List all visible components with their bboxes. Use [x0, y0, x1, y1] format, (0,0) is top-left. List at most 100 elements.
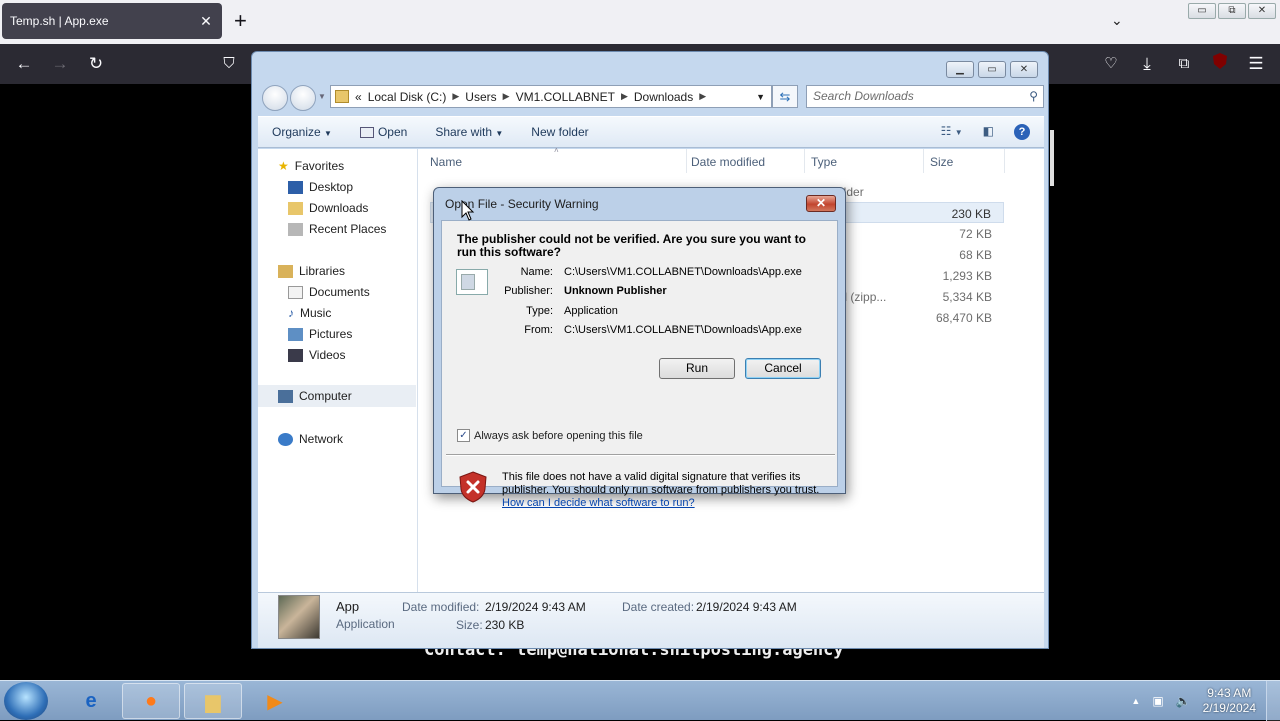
nav-pictures[interactable]: Pictures [288, 327, 352, 341]
nav-recent-places[interactable]: Recent Places [288, 222, 386, 236]
explorer-taskbar-icon[interactable]: ▆ [184, 683, 242, 719]
start-button[interactable] [4, 682, 48, 720]
help-link[interactable]: How can I decide what software to run? [502, 497, 695, 509]
checkbox-checked-icon[interactable]: ✓ [457, 429, 470, 442]
name-value: C:\Users\VM1.COLLABNET\Downloads\App.exe [564, 266, 802, 278]
search-icon[interactable]: ⚲ [1029, 86, 1038, 107]
nav-network[interactable]: Network [278, 432, 343, 446]
navigation-pane: ★ Favorites Desktop Downloads Recent Plac… [258, 149, 418, 592]
breadcrumb-separator-icon[interactable]: ▶ [699, 91, 706, 102]
from-value: C:\Users\VM1.COLLABNET\Downloads\App.exe [564, 324, 802, 336]
column-type[interactable]: Type [811, 155, 837, 169]
dialog-close-button[interactable]: ✕ [806, 195, 836, 212]
file-thumbnail [278, 595, 320, 639]
downloads-folder-icon [288, 201, 303, 215]
pocket-icon[interactable]: ♡ [1099, 52, 1123, 76]
downloads-icon[interactable]: ⤓ [1135, 52, 1159, 76]
column-name[interactable]: Name [430, 155, 462, 169]
nav-documents[interactable]: Documents [288, 285, 370, 299]
forward-button[interactable] [290, 85, 316, 111]
breadcrumb-downloads[interactable]: Downloads [634, 90, 693, 104]
column-date-modified[interactable]: Date modified [691, 155, 765, 169]
firefox-icon[interactable]: ● [122, 683, 180, 719]
help-icon[interactable]: ? [1014, 124, 1030, 140]
new-folder-button[interactable]: New folder [517, 125, 602, 139]
nav-favorites[interactable]: ★ Favorites [278, 159, 344, 173]
browser-tab[interactable]: Temp.sh | App.exe ✕ [2, 3, 222, 39]
search-input[interactable]: Search Downloads ⚲ [806, 85, 1044, 108]
libraries-icon [278, 264, 293, 278]
name-label: Name: [520, 266, 553, 278]
new-tab-icon[interactable]: + [234, 10, 247, 32]
recent-pages-chevron-icon[interactable]: ▼ [318, 92, 326, 101]
extensions-icon[interactable]: ⧉ [1172, 52, 1196, 76]
show-desktop-button[interactable] [1266, 681, 1280, 721]
nav-music[interactable]: ♪ Music [288, 306, 331, 320]
application-icon [456, 269, 488, 295]
organize-button[interactable]: Organize ▼ [258, 125, 346, 139]
back-button[interactable] [262, 85, 288, 111]
scrollbar[interactable] [1050, 130, 1054, 186]
column-size[interactable]: Size [930, 155, 953, 169]
clock-date: 2/19/2024 [1202, 701, 1256, 715]
clock[interactable]: 9:43 AM 2/19/2024 [1203, 686, 1256, 716]
address-dropdown-icon[interactable]: ▼ [756, 92, 765, 102]
always-ask-checkbox[interactable]: ✓ Always ask before opening this file [457, 429, 643, 442]
back-icon[interactable]: ← [12, 52, 36, 76]
tab-close-icon[interactable]: ✕ [198, 13, 214, 30]
divider [446, 454, 835, 456]
security-shield-icon [459, 471, 487, 506]
breadcrumb-local-disk[interactable]: Local Disk (C:) [368, 90, 447, 104]
details-date-created-label: Date created: [622, 600, 695, 614]
explorer-minimize-button[interactable]: ▁ [946, 61, 974, 78]
from-label: From: [524, 324, 553, 336]
nav-downloads[interactable]: Downloads [288, 201, 368, 215]
details-size-label: Size: [456, 618, 483, 632]
always-ask-label: Always ask before opening this file [474, 429, 643, 442]
forward-icon[interactable]: → [48, 52, 72, 76]
restore-button[interactable]: ⧉ [1218, 3, 1246, 19]
clock-time: 9:43 AM [1207, 686, 1252, 700]
nav-desktop[interactable]: Desktop [288, 180, 353, 194]
open-button[interactable]: Open [346, 125, 421, 139]
folder-icon [335, 90, 349, 103]
view-options-icon[interactable]: ☷ ▼ [941, 124, 963, 140]
show-hidden-icons-icon[interactable]: ▲ [1131, 696, 1140, 706]
menu-icon[interactable]: ☰ [1244, 52, 1268, 76]
preview-pane-icon[interactable]: ◧ [983, 124, 994, 140]
breadcrumb-overflow[interactable]: « [355, 90, 362, 104]
breadcrumb-vm1[interactable]: VM1.COLLABNET [516, 90, 615, 104]
shield-icon[interactable]: ⛉ [217, 52, 241, 76]
nav-computer[interactable]: Computer [258, 385, 416, 407]
refresh-button[interactable]: ⇆ [772, 85, 798, 108]
command-bar: Organize ▼ Open Share with ▼ New folder … [258, 116, 1044, 148]
address-bar[interactable]: « Local Disk (C:) ▶ Users ▶ VM1.COLLABNE… [330, 85, 772, 108]
action-center-icon[interactable]: ▣ [1152, 694, 1163, 708]
share-with-button[interactable]: Share with ▼ [421, 125, 517, 139]
media-player-icon[interactable]: ▶ [246, 683, 304, 719]
close-button[interactable]: ✕ [1248, 3, 1276, 19]
security-warning-dialog: Open File - Security Warning ✕ The publi… [433, 187, 846, 509]
publisher-value: Unknown Publisher [564, 285, 667, 297]
details-file-kind: Application [336, 617, 395, 631]
explorer-close-button[interactable]: ✕ [1010, 61, 1038, 78]
breadcrumb-separator-icon[interactable]: ▶ [452, 91, 459, 102]
search-placeholder: Search Downloads [813, 89, 914, 103]
cancel-button[interactable]: Cancel [745, 358, 821, 379]
nav-videos[interactable]: Videos [288, 348, 345, 362]
ublock-icon[interactable] [1208, 52, 1232, 76]
tab-list-chevron-icon[interactable]: ⌄ [1111, 12, 1123, 29]
system-tray: ▲ ▣ 🔈 9:43 AM 2/19/2024 [1131, 681, 1280, 721]
pictures-icon [288, 327, 303, 341]
breadcrumb-separator-icon[interactable]: ▶ [503, 91, 510, 102]
minimize-button[interactable]: ▭ [1188, 3, 1216, 19]
volume-muted-icon[interactable]: 🔈 [1176, 694, 1191, 708]
internet-explorer-icon[interactable]: e [62, 683, 120, 719]
run-button[interactable]: Run [659, 358, 735, 379]
breadcrumb-separator-icon[interactable]: ▶ [621, 91, 628, 102]
breadcrumb-users[interactable]: Users [465, 90, 496, 104]
mouse-cursor-icon [461, 199, 475, 225]
reload-icon[interactable]: ↻ [84, 52, 108, 76]
nav-libraries[interactable]: Libraries [278, 264, 345, 278]
explorer-maximize-button[interactable]: ▭ [978, 61, 1006, 78]
